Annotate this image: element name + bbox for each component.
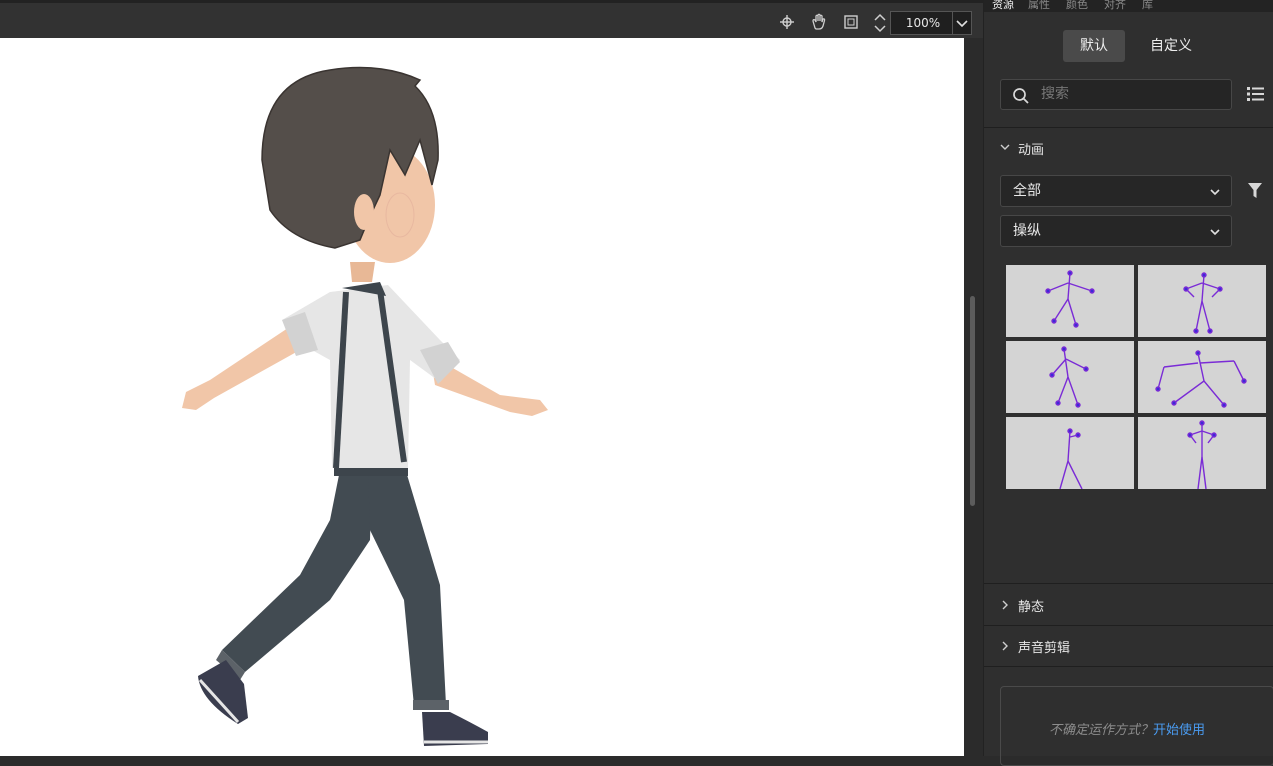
tab-assets[interactable]: 资源 <box>992 0 1014 12</box>
get-started-link[interactable]: 开始使用 <box>1153 723 1205 738</box>
category-select-value: 全部 <box>1013 183 1041 199</box>
tab-library[interactable]: 库 <box>1142 0 1153 12</box>
stage-vertical-scrollbar[interactable] <box>964 38 983 756</box>
type-select[interactable]: 操纵 <box>1000 215 1232 247</box>
custom-toggle-button[interactable]: 自定义 <box>1136 30 1206 62</box>
panel-tabs: 资源 属性 颜色 对齐 库 <box>984 0 1273 12</box>
stage-toolbar: 100% <box>0 0 983 38</box>
scrollbar-thumb[interactable] <box>970 296 975 506</box>
category-select[interactable]: 全部 <box>1000 175 1232 207</box>
search-field[interactable]: 搜索 <box>1000 79 1232 110</box>
walking-character[interactable] <box>0 38 964 756</box>
tab-properties[interactable]: 属性 <box>1028 0 1050 12</box>
chevron-down-icon <box>1210 189 1220 196</box>
chevron-right-icon[interactable] <box>1000 600 1010 610</box>
help-box: 不确定运作方式？开始使用 <box>1000 686 1273 766</box>
help-message: 不确定运作方式？开始使用 <box>1049 719 1205 738</box>
chevron-right-icon[interactable] <box>1000 641 1010 651</box>
snap-icon[interactable] <box>777 12 797 32</box>
assets-panel: 资源 属性 颜色 对齐 库 默认 自定义 搜索 动画 全部 操纵 静态 声音剪辑… <box>983 0 1273 766</box>
chevron-down-icon <box>1210 229 1220 236</box>
zoom-dropdown-button[interactable] <box>952 12 971 34</box>
clip-icon[interactable] <box>841 12 861 32</box>
zoom-value[interactable]: 100% <box>891 12 955 34</box>
rig-thumbnail[interactable] <box>1138 341 1266 413</box>
hand-icon[interactable] <box>809 12 829 32</box>
section-animation-title[interactable]: 动画 <box>1018 139 1044 158</box>
rig-thumbnail[interactable] <box>1138 265 1266 337</box>
tab-color[interactable]: 颜色 <box>1066 0 1088 12</box>
rig-thumbnail[interactable] <box>1006 417 1134 490</box>
stage-canvas[interactable] <box>0 38 964 756</box>
help-text: 不确定运作方式？ <box>1049 723 1154 738</box>
section-static-title[interactable]: 静态 <box>1018 596 1044 615</box>
rig-thumbnail[interactable] <box>1006 265 1134 337</box>
search-icon <box>1013 88 1029 104</box>
zoom-stepper[interactable] <box>872 11 888 35</box>
chevron-down-icon[interactable] <box>1000 142 1010 152</box>
zoom-field[interactable]: 100% <box>890 11 972 35</box>
default-toggle-button[interactable]: 默认 <box>1063 30 1125 62</box>
rig-thumbnail[interactable] <box>1006 341 1134 413</box>
list-view-icon[interactable] <box>1246 85 1266 103</box>
tab-align[interactable]: 对齐 <box>1104 0 1126 12</box>
search-placeholder[interactable]: 搜索 <box>1041 80 1069 109</box>
rig-thumbnail[interactable] <box>1138 417 1266 490</box>
filter-icon[interactable] <box>1247 182 1263 200</box>
section-sound-title[interactable]: 声音剪辑 <box>1018 637 1070 656</box>
type-select-value: 操纵 <box>1013 223 1041 239</box>
